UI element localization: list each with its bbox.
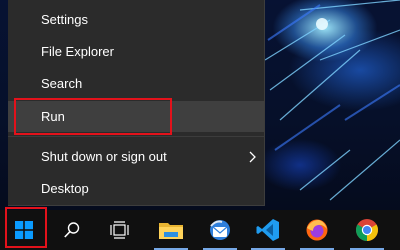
task-view-icon	[110, 221, 129, 239]
chrome-taskbar-button[interactable]	[343, 210, 391, 250]
taskbar-search-button[interactable]	[48, 210, 96, 250]
thunderbird-icon	[210, 220, 230, 240]
menu-item-label: Shut down or sign out	[41, 149, 167, 164]
taskbar	[0, 210, 400, 250]
firefox-icon	[306, 219, 328, 241]
menu-item-file-explorer[interactable]: File Explorer	[8, 37, 264, 67]
menu-item-shut-down[interactable]: Shut down or sign out	[8, 142, 264, 172]
vscode-taskbar-button[interactable]	[244, 210, 292, 250]
menu-item-label: Settings	[41, 12, 88, 27]
firefox-taskbar-button[interactable]	[293, 210, 341, 250]
menu-separator	[8, 136, 264, 137]
run-highlight-box	[14, 98, 172, 135]
start-highlight-box	[5, 207, 47, 248]
file-explorer-icon	[159, 223, 183, 239]
menu-item-search[interactable]: Search	[8, 69, 264, 99]
thunderbird-taskbar-button[interactable]	[196, 210, 244, 250]
menu-item-label: Search	[41, 76, 83, 91]
task-view-button[interactable]	[96, 210, 144, 250]
vscode-icon	[256, 219, 279, 241]
chrome-icon	[356, 219, 378, 241]
file-explorer-taskbar-button[interactable]	[147, 210, 195, 250]
search-icon	[64, 222, 80, 238]
menu-item-settings[interactable]: Settings	[8, 5, 264, 35]
menu-item-label: Desktop	[41, 181, 89, 196]
menu-item-label: File Explorer	[41, 44, 114, 59]
chevron-right-icon	[249, 151, 256, 163]
menu-item-desktop[interactable]: Desktop	[8, 174, 264, 204]
